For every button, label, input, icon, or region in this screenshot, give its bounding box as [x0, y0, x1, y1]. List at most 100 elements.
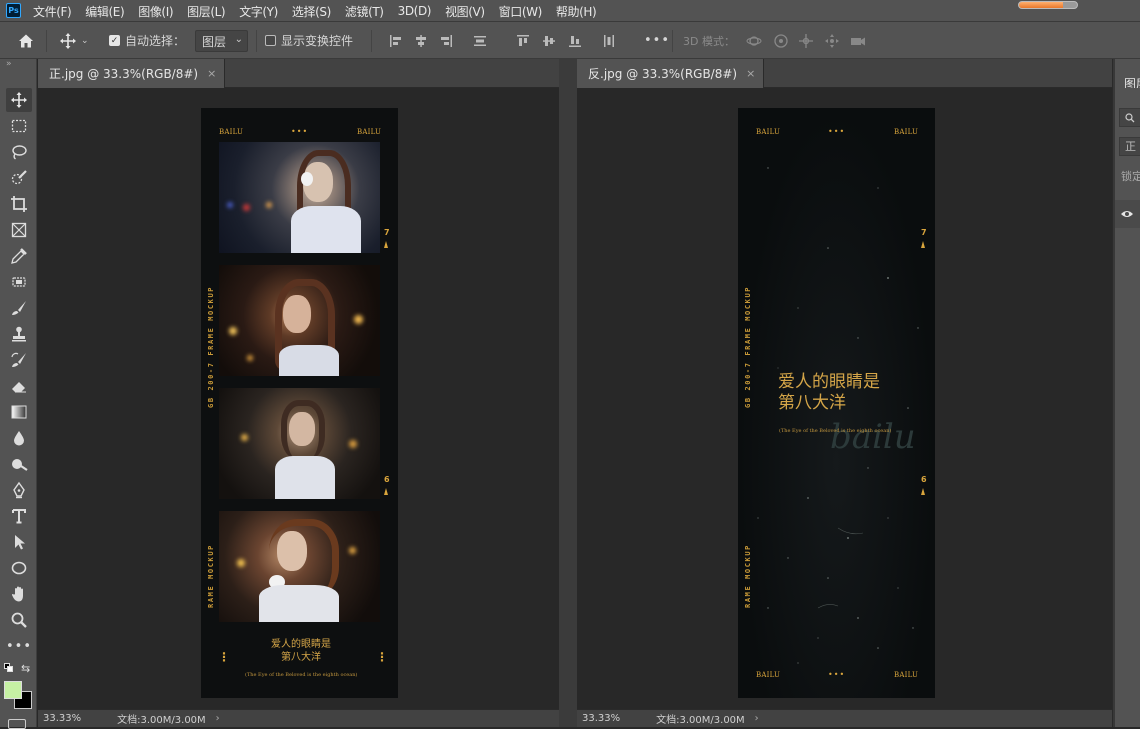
canvas-area[interactable]: BAILU ••• BAILU GB 200-7 FRAME MOCKUP RA… [38, 88, 559, 709]
align-vertical-center-icon[interactable] [541, 33, 557, 49]
eraser-tool[interactable] [6, 374, 32, 398]
poem-title: 爱人的眼睛是 第八大洋 [778, 372, 880, 415]
separator [672, 30, 673, 52]
type-tool[interactable] [6, 504, 32, 528]
foreground-color-swatch[interactable] [4, 681, 22, 699]
align-right-icon[interactable] [438, 33, 454, 49]
zoom-tool[interactable] [6, 608, 32, 632]
brush-tool[interactable] [6, 296, 32, 320]
droplet-icon [14, 431, 24, 446]
frame-number-bottom: 6 [921, 475, 927, 484]
menu-file[interactable]: 文件(F) [26, 3, 78, 20]
bokeh-light [229, 327, 237, 335]
eye-visibility-icon[interactable] [1120, 209, 1134, 219]
crop-tool[interactable] [6, 192, 32, 216]
healing-brush-tool[interactable] [6, 270, 32, 294]
side-dots-right: ⋮ [376, 650, 389, 664]
canvas-area[interactable]: bailu BAILU ••• BAILU GB 200-7 FRAME MOC… [577, 88, 1112, 709]
status-menu-arrow[interactable]: › [216, 713, 220, 724]
align-horizontal-center-icon[interactable] [413, 33, 429, 49]
quick-mask-icon[interactable] [8, 719, 26, 729]
show-transform-checkbox[interactable]: 显示变换控件 [265, 22, 353, 59]
eyedropper-icon [11, 248, 27, 264]
menu-3d[interactable]: 3D(D) [391, 4, 438, 18]
dodge-tool[interactable] [6, 452, 32, 476]
poem-line-2: 第八大洋 [778, 393, 846, 414]
auto-select-label: 自动选择： [125, 34, 186, 48]
layer-filter-search[interactable] [1119, 108, 1140, 127]
move-tool-preset[interactable]: ⌄ [59, 22, 89, 59]
menu-edit[interactable]: 编辑(E) [78, 3, 131, 20]
layers-panel-body: 正 锁定 [1115, 88, 1140, 727]
menu-layer[interactable]: 图层(L) [180, 3, 232, 20]
auto-select-checkbox[interactable]: ✓ 自动选择： [109, 22, 185, 59]
film-strip-back: bailu BAILU ••• BAILU GB 200-7 FRAME MOC… [738, 108, 935, 698]
3d-orbit-icon[interactable] [746, 33, 762, 49]
close-icon[interactable]: × [746, 67, 755, 80]
menu-image[interactable]: 图像(I) [131, 3, 180, 20]
default-colors-icon[interactable] [4, 663, 13, 672]
vertical-caption-lower: RAME MOCKUP [207, 544, 215, 608]
pen-icon [13, 481, 25, 499]
move-icon [60, 32, 76, 49]
edit-toolbar-button[interactable]: ••• [6, 634, 32, 658]
progress-indicator [1018, 1, 1078, 9]
zoom-level[interactable]: 33.33% [582, 713, 620, 724]
align-left-icon[interactable] [388, 33, 404, 49]
marquee-tool[interactable] [6, 114, 32, 138]
distribute-vertical-icon[interactable] [472, 33, 488, 49]
separator [371, 30, 372, 52]
gradient-tool[interactable] [6, 400, 32, 424]
pen-tool[interactable] [6, 478, 32, 502]
close-icon[interactable]: × [207, 67, 216, 80]
poem-subtitle: (The Eye of the Beloved is the eighth oc… [245, 672, 358, 678]
menu-window[interactable]: 窗口(W) [492, 3, 549, 20]
zoom-level[interactable]: 33.33% [43, 713, 81, 724]
menu-help[interactable]: 帮助(H) [549, 3, 603, 20]
hand-tool[interactable] [6, 582, 32, 606]
photo-frame-1 [219, 142, 380, 253]
frame-tool[interactable] [6, 218, 32, 242]
3d-pan-icon[interactable] [798, 33, 814, 49]
menu-list: 文件(F) 编辑(E) 图像(I) 图层(L) 文字(Y) 选择(S) 滤镜(T… [26, 0, 603, 22]
align-bottom-icon[interactable] [567, 33, 583, 49]
ellipse-tool[interactable] [6, 556, 32, 580]
status-menu-arrow[interactable]: › [755, 713, 759, 724]
document-tab[interactable]: 反.jpg @ 33.3%(RGB/8#) × [577, 59, 765, 88]
more-options-button[interactable]: ••• [644, 22, 670, 59]
brand-label-top-right: BAILU [357, 128, 382, 136]
dodge-icon [12, 459, 28, 471]
3d-camera-icon[interactable] [850, 33, 866, 49]
3d-slide-icon[interactable] [824, 33, 840, 49]
home-button[interactable] [17, 22, 35, 59]
lasso-tool[interactable] [6, 140, 32, 164]
eyedropper-tool[interactable] [6, 244, 32, 268]
blend-mode-dropdown[interactable]: 正 [1119, 137, 1140, 156]
menu-view[interactable]: 视图(V) [438, 3, 492, 20]
status-bar: 33.33% 文档:3.00M/3.00M › [577, 709, 1112, 727]
brand-label-top-left: BAILU [756, 128, 781, 136]
auto-select-target-dropdown[interactable]: 图层 ⌄ [195, 30, 248, 52]
collapse-panel-icon[interactable]: » [6, 59, 12, 69]
blur-tool[interactable] [6, 426, 32, 450]
clone-stamp-tool[interactable] [6, 322, 32, 346]
align-top-icon[interactable] [515, 33, 531, 49]
rectangle-marquee-icon [11, 119, 27, 133]
menu-type[interactable]: 文字(Y) [232, 3, 285, 20]
toolbox: » ••• ⇆ [0, 59, 37, 729]
photoshop-logo[interactable]: Ps [6, 3, 21, 18]
path-selection-tool[interactable] [6, 530, 32, 554]
poem-line-1: 爱人的眼睛是 [778, 372, 880, 392]
layers-panel-tab[interactable]: 图层 [1115, 59, 1140, 88]
layer-row[interactable] [1115, 200, 1140, 228]
3d-roll-icon[interactable] [773, 33, 789, 49]
distribute-horizontal-icon[interactable] [601, 33, 617, 49]
document-tab[interactable]: 正.jpg @ 33.3%(RGB/8#) × [38, 59, 226, 88]
menu-filter[interactable]: 滤镜(T) [338, 3, 391, 20]
progress-fill [1019, 2, 1063, 8]
menu-select[interactable]: 选择(S) [285, 3, 338, 20]
history-brush-tool[interactable] [6, 348, 32, 372]
swap-colors-icon[interactable]: ⇆ [21, 662, 30, 675]
quick-selection-tool[interactable] [6, 166, 32, 190]
move-tool[interactable] [6, 88, 32, 112]
